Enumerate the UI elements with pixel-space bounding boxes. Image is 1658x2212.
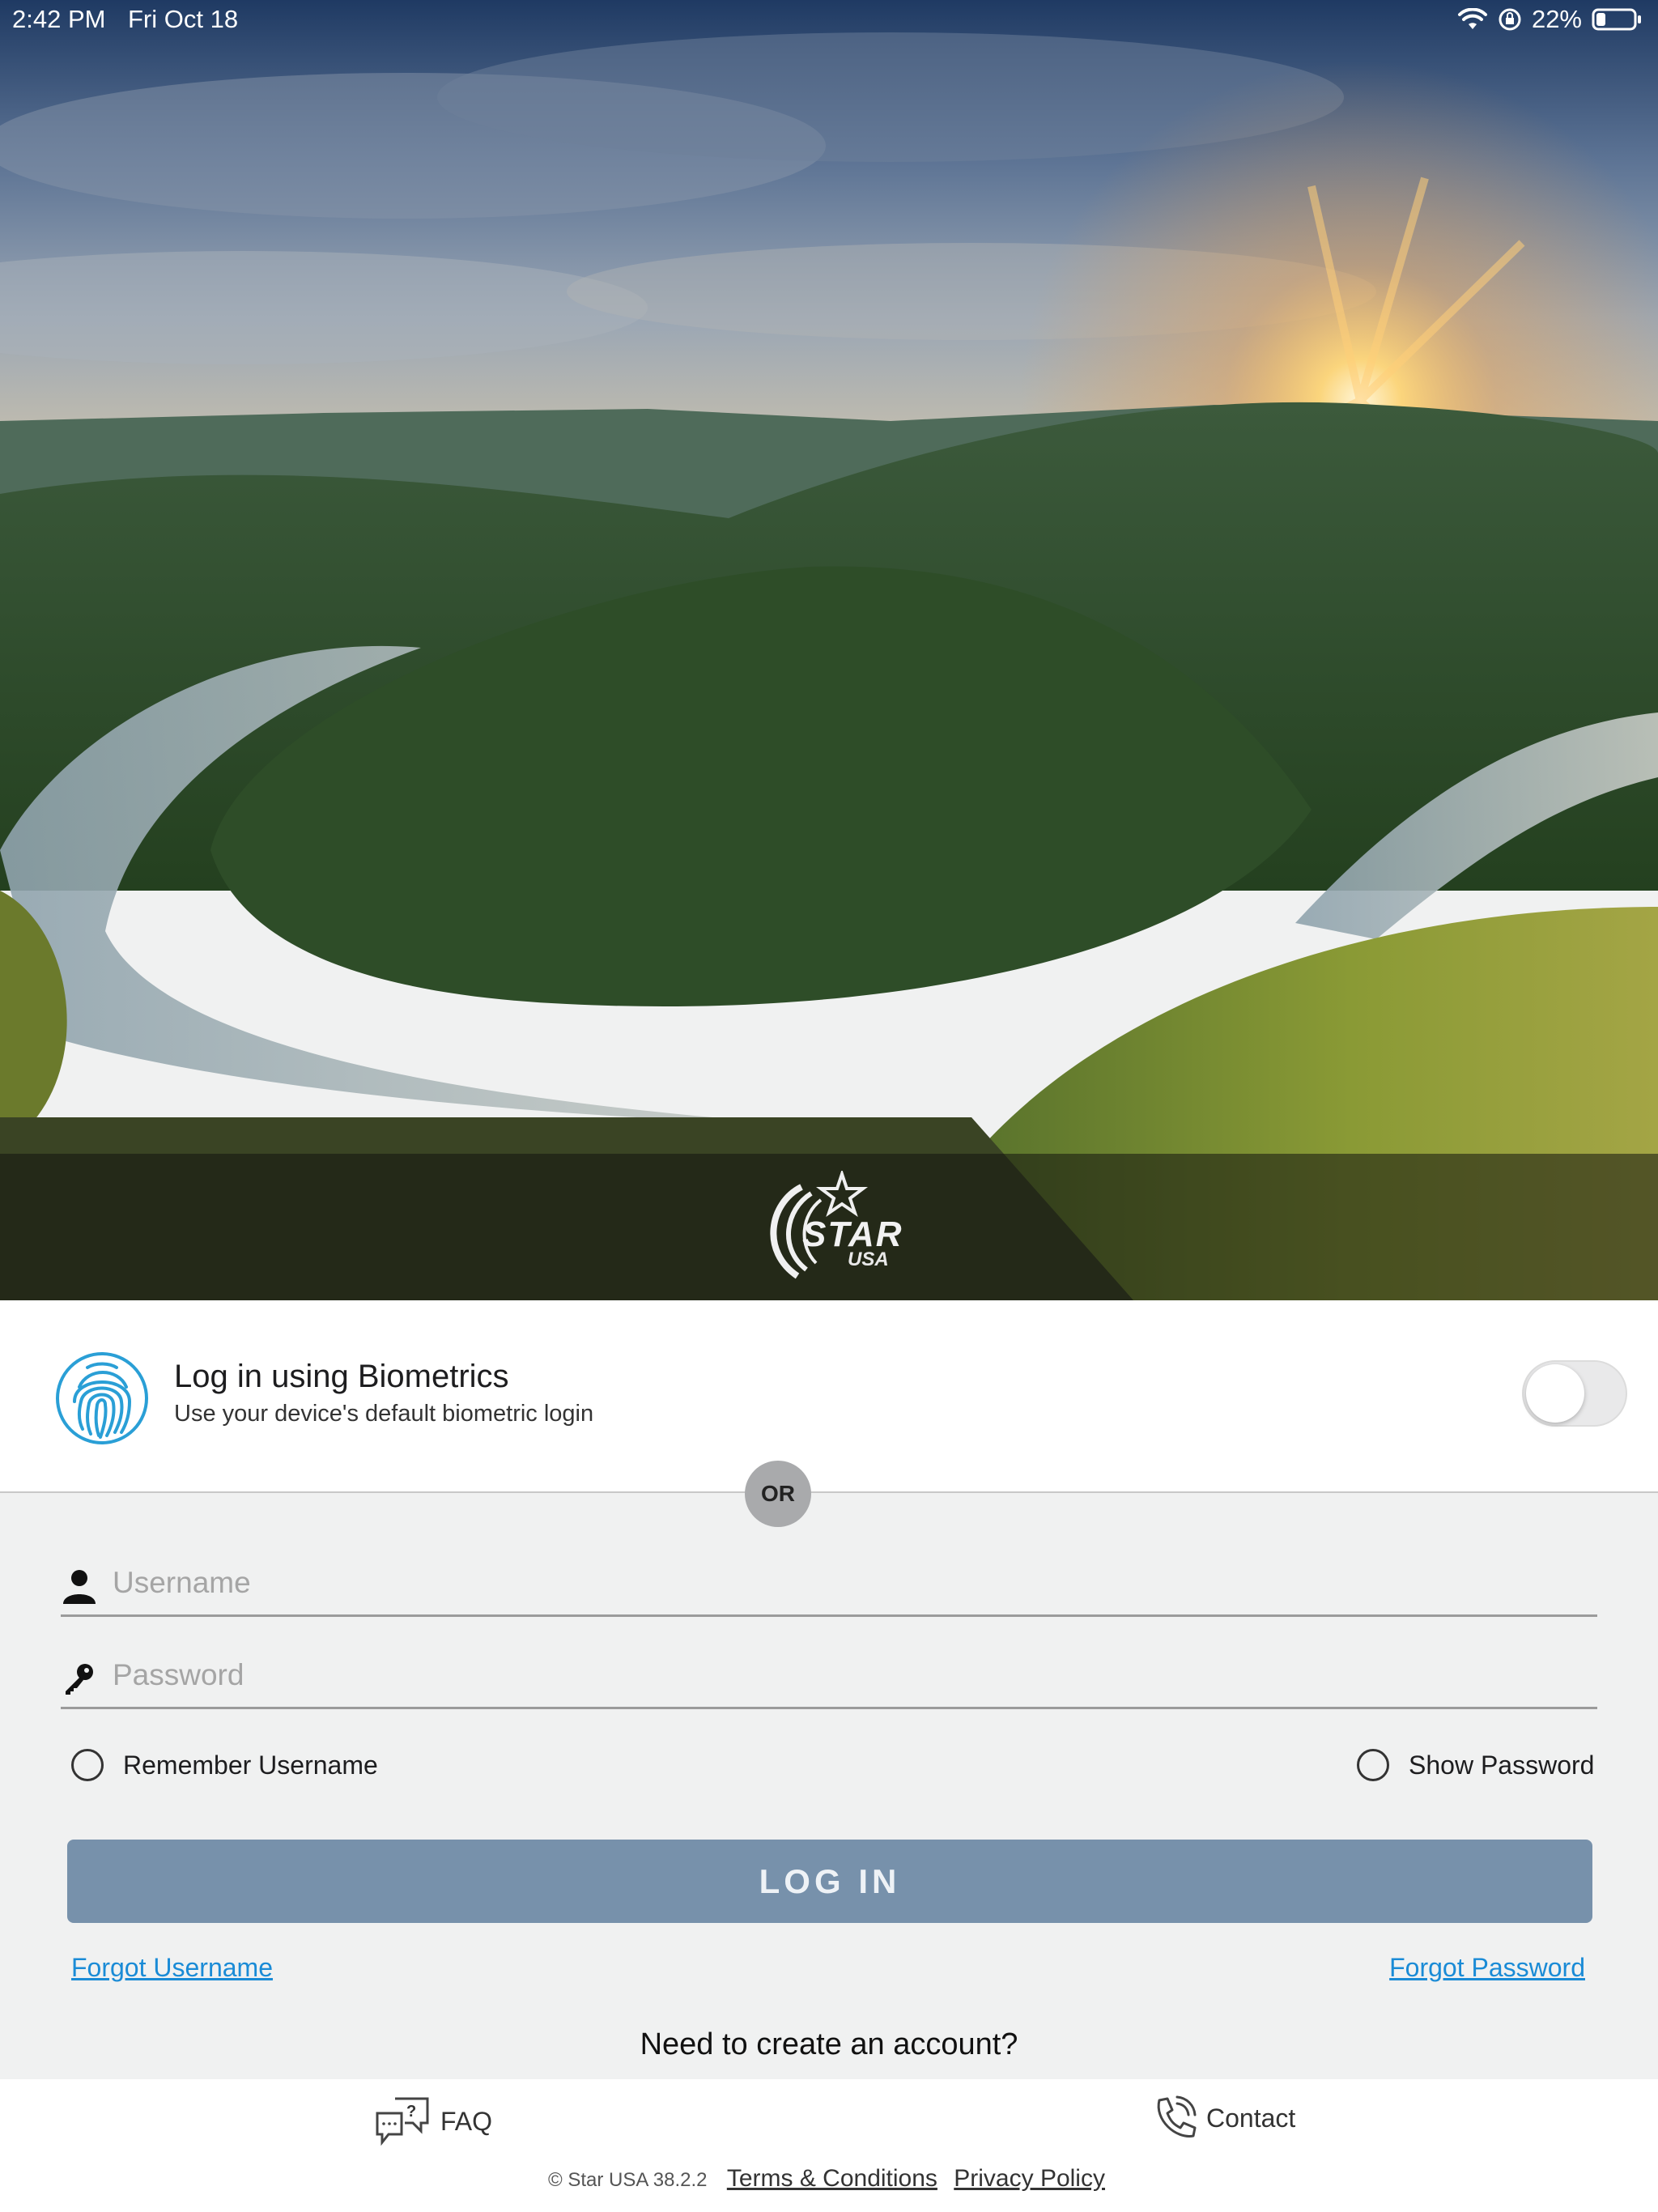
- hero-banner: 2:42 PM Fri Oct 18 22%: [0, 0, 1658, 1300]
- contact-button[interactable]: Contact: [1151, 2095, 1295, 2141]
- faq-chat-icon: ?: [376, 2097, 429, 2146]
- status-date: Fri Oct 18: [128, 5, 239, 33]
- username-field: [61, 1552, 1597, 1617]
- show-password-radio[interactable]: [1357, 1749, 1389, 1781]
- or-divider-badge: OR: [745, 1461, 811, 1527]
- wifi-icon: [1457, 8, 1487, 29]
- svg-text:?: ?: [406, 2103, 416, 2121]
- create-account-link[interactable]: Need to create an account?: [0, 2027, 1658, 2062]
- landscape-image: [0, 0, 1658, 1300]
- privacy-link[interactable]: Privacy Policy: [954, 2165, 1105, 2192]
- battery-icon: [1592, 8, 1641, 31]
- login-button[interactable]: LOG IN: [67, 1840, 1592, 1923]
- biometric-toggle[interactable]: [1522, 1360, 1627, 1427]
- footer: ? FAQ Contact © Star USA 38.2.2 Terms & …: [0, 2079, 1658, 2212]
- toggle-knob: [1526, 1364, 1584, 1423]
- faq-button[interactable]: ? FAQ: [374, 2095, 492, 2147]
- status-time: 2:42 PM: [12, 5, 106, 33]
- fingerprint-icon: [56, 1352, 148, 1444]
- legal-bar: © Star USA 38.2.2 Terms & Conditions Pri…: [0, 2165, 1658, 2193]
- password-field: [61, 1644, 1597, 1709]
- show-password-option[interactable]: Show Password: [1357, 1749, 1594, 1781]
- version-text: © Star USA 38.2.2: [548, 2169, 708, 2191]
- key-icon: [66, 1664, 93, 1695]
- status-right: 22%: [1457, 5, 1642, 34]
- contact-label: Contact: [1206, 2103, 1296, 2133]
- biometric-login-section: Log in using Biometrics Use your device'…: [0, 1300, 1658, 1493]
- status-bar: 2:42 PM Fri Oct 18 22%: [0, 0, 1658, 40]
- phone-icon: [1157, 2095, 1197, 2138]
- biometric-title: Log in using Biometrics: [174, 1359, 509, 1394]
- show-password-label: Show Password: [1409, 1750, 1595, 1780]
- password-input[interactable]: [113, 1651, 1586, 1699]
- battery-percent: 22%: [1531, 5, 1582, 33]
- forgot-password-link[interactable]: Forgot Password: [1389, 1953, 1585, 1983]
- logo-subtext: USA: [848, 1249, 889, 1270]
- user-icon: [63, 1570, 96, 1604]
- remember-username-option[interactable]: Remember Username: [71, 1749, 378, 1781]
- faq-label: FAQ: [440, 2106, 493, 2136]
- remember-username-label: Remember Username: [123, 1750, 378, 1780]
- remember-username-radio[interactable]: [71, 1749, 104, 1781]
- orientation-lock-icon: [1499, 8, 1521, 31]
- username-input[interactable]: [113, 1559, 1586, 1607]
- forgot-username-link[interactable]: Forgot Username: [71, 1953, 273, 1983]
- biometric-subtitle: Use your device's default biometric logi…: [174, 1401, 594, 1427]
- terms-link[interactable]: Terms & Conditions: [727, 2165, 937, 2192]
